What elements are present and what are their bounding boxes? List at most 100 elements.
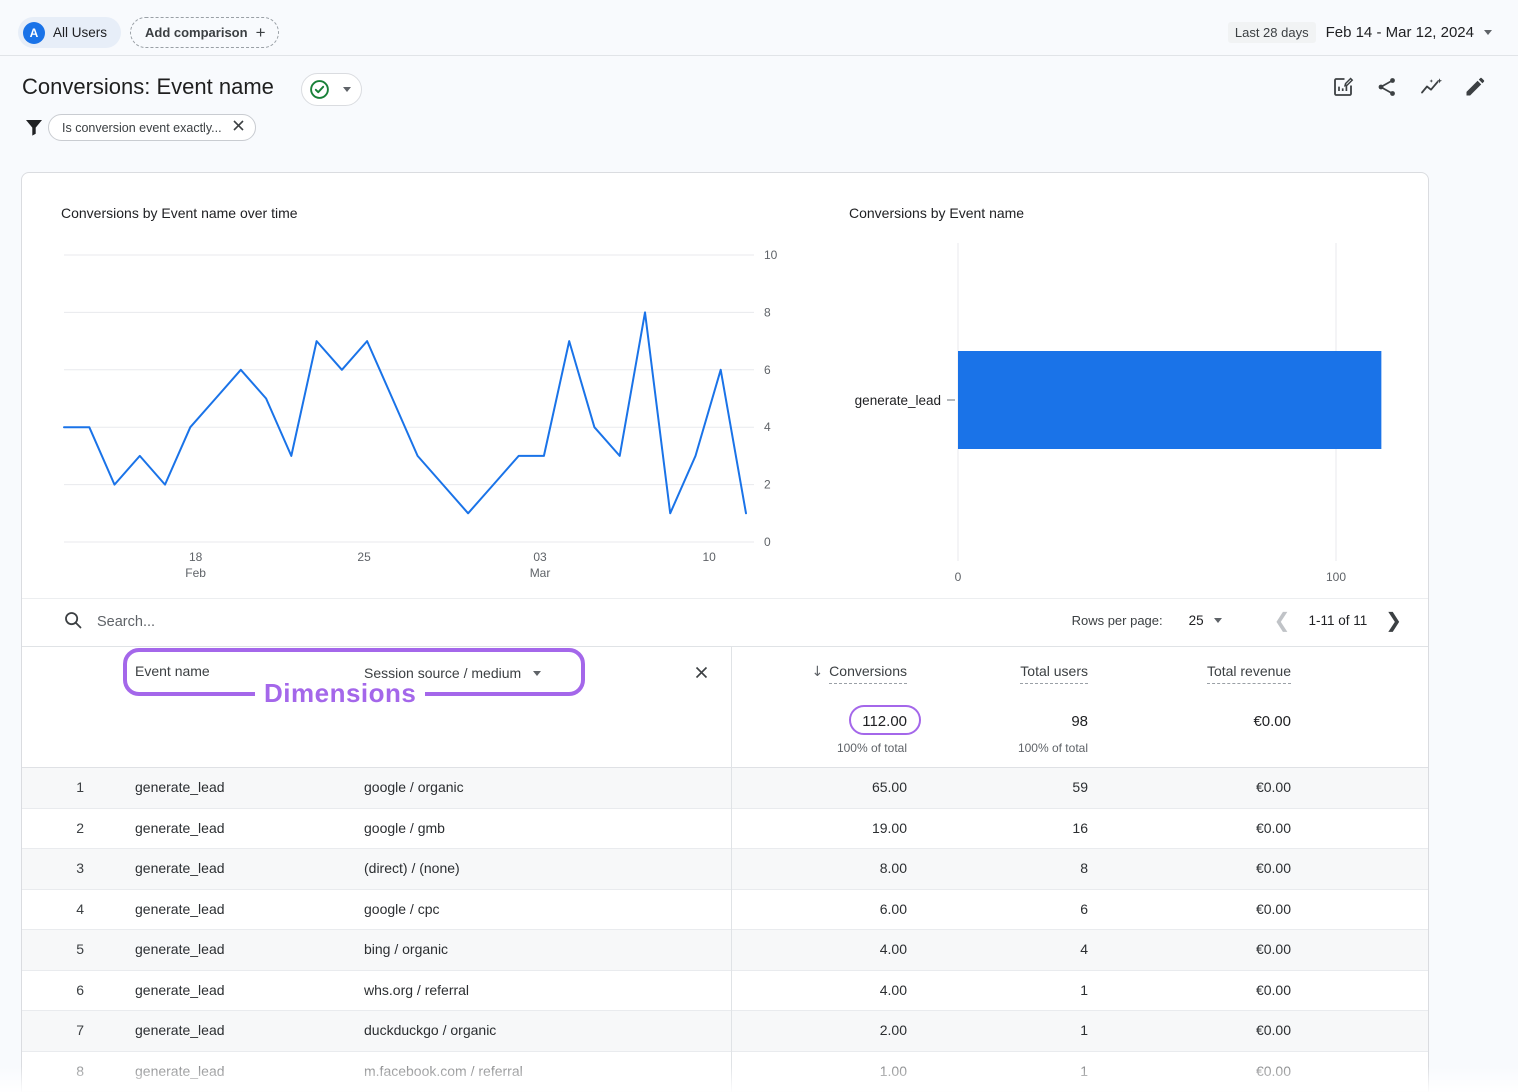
cell-event-name: generate_lead: [135, 779, 225, 795]
cell-session-source-medium: bing / organic: [364, 941, 448, 957]
search-icon: [63, 610, 83, 635]
cell-total-revenue: €0.00: [1256, 941, 1291, 957]
cell-total-users: 1: [1080, 1022, 1088, 1038]
svg-text:0: 0: [955, 570, 962, 584]
rows-per-page-label: Rows per page:: [1072, 613, 1163, 628]
svg-text:10: 10: [764, 248, 778, 262]
table-row[interactable]: 5generate_leadbing / organic4.004€0.00: [22, 930, 1428, 971]
table-row[interactable]: 6generate_leadwhs.org / referral4.001€0.…: [22, 971, 1428, 1012]
share-icon[interactable]: [1374, 74, 1400, 100]
add-comparison-button[interactable]: Add comparison +: [130, 17, 279, 48]
cell-total-revenue: €0.00: [1256, 1022, 1291, 1038]
edit-icon[interactable]: [1462, 74, 1488, 100]
chevron-right-icon[interactable]: ❯: [1381, 610, 1406, 630]
svg-text:Feb: Feb: [185, 566, 206, 580]
svg-text:4: 4: [764, 420, 771, 434]
table-row[interactable]: 3generate_lead(direct) / (none)8.008€0.0…: [22, 849, 1428, 890]
close-icon[interactable]: [232, 119, 245, 137]
row-index: 4: [53, 901, 84, 917]
column-header-event-name[interactable]: Event name: [135, 663, 210, 679]
avatar: A: [23, 22, 45, 44]
filter-funnel-icon: [24, 117, 44, 142]
cell-total-revenue: €0.00: [1256, 1063, 1291, 1079]
row-index: 6: [53, 982, 84, 998]
cell-conversions: 19.00: [872, 820, 907, 836]
cell-conversions: 6.00: [880, 901, 907, 917]
line-chart-title: Conversions by Event name over time: [61, 205, 298, 221]
customize-report-icon[interactable]: [1330, 74, 1356, 100]
cell-session-source-medium: duckduckgo / organic: [364, 1022, 496, 1038]
svg-text:8: 8: [764, 305, 771, 319]
cell-event-name: generate_lead: [135, 860, 225, 876]
row-index: 3: [53, 860, 84, 876]
table-row[interactable]: 7generate_leadduckduckgo / organic2.001€…: [22, 1011, 1428, 1052]
table-pagination-bar: Rows per page: 25 ❮ 1-11 of 11 ❯: [1072, 610, 1406, 630]
total-users: 98: [1071, 713, 1088, 730]
insights-icon[interactable]: [1418, 74, 1444, 100]
divider: [22, 598, 1428, 599]
search-input[interactable]: Search...: [97, 614, 155, 630]
cell-total-users: 8: [1080, 860, 1088, 876]
total-conversions-note: 100% of total: [837, 741, 907, 755]
cell-event-name: generate_lead: [135, 820, 225, 836]
column-header-conversions[interactable]: ↓Conversions: [811, 663, 907, 680]
cell-total-revenue: €0.00: [1256, 860, 1291, 876]
cell-session-source-medium: google / organic: [364, 779, 464, 795]
column-header-total-users[interactable]: Total users: [1020, 663, 1088, 679]
svg-text:6: 6: [764, 363, 771, 377]
chevron-down-icon[interactable]: [1214, 618, 1222, 623]
filter-chip-label: Is conversion event exactly...: [62, 121, 222, 135]
chevron-left-icon[interactable]: ❮: [1270, 610, 1295, 630]
date-range-label: Feb 14 - Mar 12, 2024: [1326, 24, 1474, 41]
row-index: 7: [53, 1022, 84, 1038]
table-row[interactable]: 4 generate_lead google / cpc 6.00 6 €0.00: [22, 890, 1428, 931]
cell-conversions: 1.00: [880, 1063, 907, 1079]
cell-total-users: 1: [1080, 1063, 1088, 1079]
svg-text:Mar: Mar: [530, 566, 551, 580]
cell-total-revenue: €0.00: [1256, 901, 1291, 917]
cell-session-source-medium: google / gmb: [364, 820, 445, 836]
table-row[interactable]: 2generate_leadgoogle / gmb19.0016€0.00: [22, 809, 1428, 850]
table-row[interactable]: 1 generate_lead google / organic 65.00 59 €0.…: [22, 768, 1428, 809]
cell-conversions: 65.00: [872, 779, 907, 795]
add-comparison-label: Add comparison: [145, 25, 248, 40]
cell-event-name: generate_lead: [135, 941, 225, 957]
report-card: Conversions by Event name over time 0 2 4 6…: [21, 172, 1429, 1092]
date-preset-badge: Last 28 days: [1228, 22, 1316, 43]
cell-event-name: generate_lead: [135, 1063, 225, 1079]
date-range-picker[interactable]: Last 28 days Feb 14 - Mar 12, 2024: [1228, 22, 1492, 43]
remove-secondary-dimension-button[interactable]: [688, 659, 714, 685]
cell-session-source-medium: google / cpc: [364, 901, 440, 917]
cell-total-users: 59: [1072, 779, 1088, 795]
conversions-over-time-chart[interactable]: 024681018Feb2503Mar10: [61, 243, 805, 583]
plus-icon: +: [256, 24, 266, 41]
conversion-status-dropdown[interactable]: [301, 73, 362, 106]
filter-bar: Is conversion event exactly...: [0, 112, 1518, 152]
table-header: Event name Session source / medium ↓Conv…: [22, 647, 1428, 768]
audience-chip-all-users[interactable]: A All Users: [18, 17, 121, 48]
rows-per-page-select[interactable]: 25: [1189, 613, 1204, 628]
svg-text:generate_lead: generate_lead: [855, 393, 941, 408]
check-circle-icon: [309, 79, 330, 100]
filter-chip[interactable]: Is conversion event exactly...: [48, 114, 256, 141]
audience-chip-label: All Users: [53, 25, 107, 40]
svg-text:2: 2: [764, 478, 771, 492]
cell-conversions: 4.00: [880, 941, 907, 957]
report-toolbar: [1330, 74, 1488, 100]
cell-total-revenue: €0.00: [1256, 820, 1291, 836]
cell-total-users: 6: [1080, 901, 1088, 917]
cell-total-revenue: €0.00: [1256, 779, 1291, 795]
conversions-by-event-chart[interactable]: 0100generate_lead: [851, 231, 1425, 591]
column-header-total-revenue[interactable]: Total revenue: [1207, 663, 1291, 679]
cell-conversions: 4.00: [880, 982, 907, 998]
svg-text:10: 10: [702, 550, 716, 564]
sort-desc-icon: ↓: [811, 664, 823, 680]
title-bar: Conversions: Event name: [0, 56, 1518, 112]
svg-text:0: 0: [764, 535, 771, 549]
row-index: 1: [53, 779, 84, 795]
cell-event-name: generate_lead: [135, 1022, 225, 1038]
chevron-down-icon: [533, 671, 541, 676]
table-row[interactable]: 8generate_leadm.facebook.com / referral1…: [22, 1052, 1428, 1092]
column-header-session-source-medium[interactable]: Session source / medium: [364, 665, 541, 681]
cell-event-name: generate_lead: [135, 901, 225, 917]
